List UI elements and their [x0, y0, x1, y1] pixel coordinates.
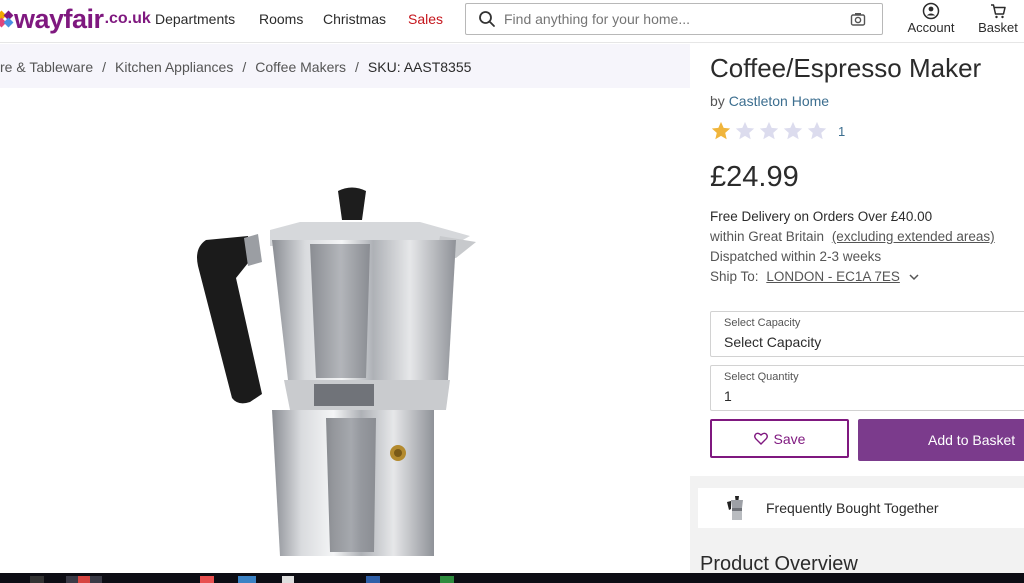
nav-rooms[interactable]: Rooms	[259, 11, 303, 27]
logo-domain: .co.uk	[104, 10, 151, 27]
frequently-bought-together[interactable]: Frequently Bought Together	[698, 488, 1024, 528]
taskbar-icon[interactable]	[282, 576, 294, 583]
taskbar-icon[interactable]	[30, 576, 44, 583]
product-title: Coffee/Espresso Maker	[710, 53, 982, 83]
nav-christmas[interactable]: Christmas	[323, 11, 386, 27]
wayfair-logo[interactable]: wayfair .co.uk	[0, 4, 151, 34]
free-delivery-text: Free Delivery on Orders Over £40.00	[710, 209, 933, 224]
frequently-bought-label: Frequently Bought Together	[766, 500, 939, 516]
brand-link[interactable]: Castleton Home	[729, 93, 829, 109]
chevron-down-icon[interactable]	[909, 273, 919, 281]
star-icon	[807, 121, 827, 140]
search-icon[interactable]	[478, 10, 496, 28]
basket-label: Basket	[978, 20, 1018, 35]
dispatch-time: Dispatched within 2-3 weeks	[710, 249, 882, 264]
breadcrumb-separator: /	[355, 59, 359, 75]
heart-icon	[753, 432, 768, 445]
taskbar-icon[interactable]	[366, 576, 380, 583]
search-input[interactable]	[504, 8, 834, 30]
star-icon	[759, 121, 779, 140]
frequently-bought-section: Frequently Bought Together Product Overv…	[690, 476, 1024, 575]
delivery-region: within Great Britain (excluding extended…	[710, 229, 995, 244]
product-price: £24.99	[710, 161, 799, 193]
capacity-select-value: Select Capacity	[724, 334, 822, 350]
nav-sales[interactable]: Sales	[408, 11, 443, 27]
product-details-panel: Coffee/Espresso Maker by Castleton Home …	[690, 44, 1024, 575]
rating-stars[interactable]: 1	[710, 120, 845, 142]
quantity-select-value: 1	[724, 388, 732, 404]
logo-wordmark: wayfair	[14, 4, 104, 34]
breadcrumb-item[interactable]: Kitchen Appliances	[115, 59, 233, 75]
star-icon	[783, 121, 803, 140]
breadcrumb: re & Tableware / Kitchen Appliances / Coffee…	[0, 44, 690, 88]
capacity-select-label: Select Capacity	[724, 317, 801, 329]
review-count[interactable]: 1	[838, 124, 845, 139]
product-byline: by Castleton Home	[710, 93, 829, 109]
breadcrumb-separator: /	[102, 59, 107, 75]
account-button[interactable]: Account	[906, 2, 956, 35]
account-label: Account	[907, 20, 955, 35]
taskbar-icon[interactable]	[440, 576, 454, 583]
quantity-select-label: Select Quantity	[724, 371, 799, 383]
account-icon	[922, 2, 940, 20]
browser-icon[interactable]	[78, 576, 90, 583]
save-button[interactable]: Save	[710, 419, 849, 458]
by-prefix: by	[710, 93, 725, 109]
ship-to-label: Ship To:	[710, 269, 759, 284]
taskbar-icon[interactable]	[200, 576, 214, 583]
basket-icon	[991, 4, 1006, 19]
add-to-basket-button[interactable]: Add to Basket	[858, 419, 1024, 461]
site-header: wayfair .co.uk Departments Rooms Christm…	[0, 0, 1024, 43]
taskbar-icon[interactable]	[238, 576, 256, 583]
search-box	[465, 3, 883, 35]
os-taskbar	[0, 573, 1024, 583]
star-icon	[735, 121, 755, 140]
capacity-select[interactable]: Select Capacity Select Capacity	[710, 311, 1024, 357]
moka-pot-thumbnail	[727, 496, 743, 520]
camera-icon[interactable]	[850, 11, 866, 27]
product-image[interactable]	[0, 88, 690, 573]
logo-mark-icon	[0, 10, 14, 28]
delivery-region-text: within Great Britain	[710, 229, 825, 244]
save-button-label: Save	[773, 430, 806, 447]
ship-to-location-link[interactable]: LONDON - EC1A 7ES	[766, 269, 900, 284]
extended-areas-link[interactable]: (excluding extended areas)	[832, 229, 995, 244]
ship-to: Ship To: LONDON - EC1A 7ES	[710, 269, 919, 284]
star-icon	[711, 121, 731, 140]
breadcrumb-separator: /	[242, 59, 247, 75]
breadcrumb-sku: SKU: AAST8355	[367, 59, 472, 75]
nav-departments[interactable]: Departments	[155, 11, 235, 27]
moka-pot-image	[197, 187, 476, 556]
breadcrumb-item[interactable]: Coffee Makers	[255, 59, 346, 75]
breadcrumb-item[interactable]: re & Tableware	[0, 59, 93, 75]
quantity-select[interactable]: Select Quantity 1	[710, 365, 1024, 411]
basket-button[interactable]: Basket	[974, 2, 1022, 35]
